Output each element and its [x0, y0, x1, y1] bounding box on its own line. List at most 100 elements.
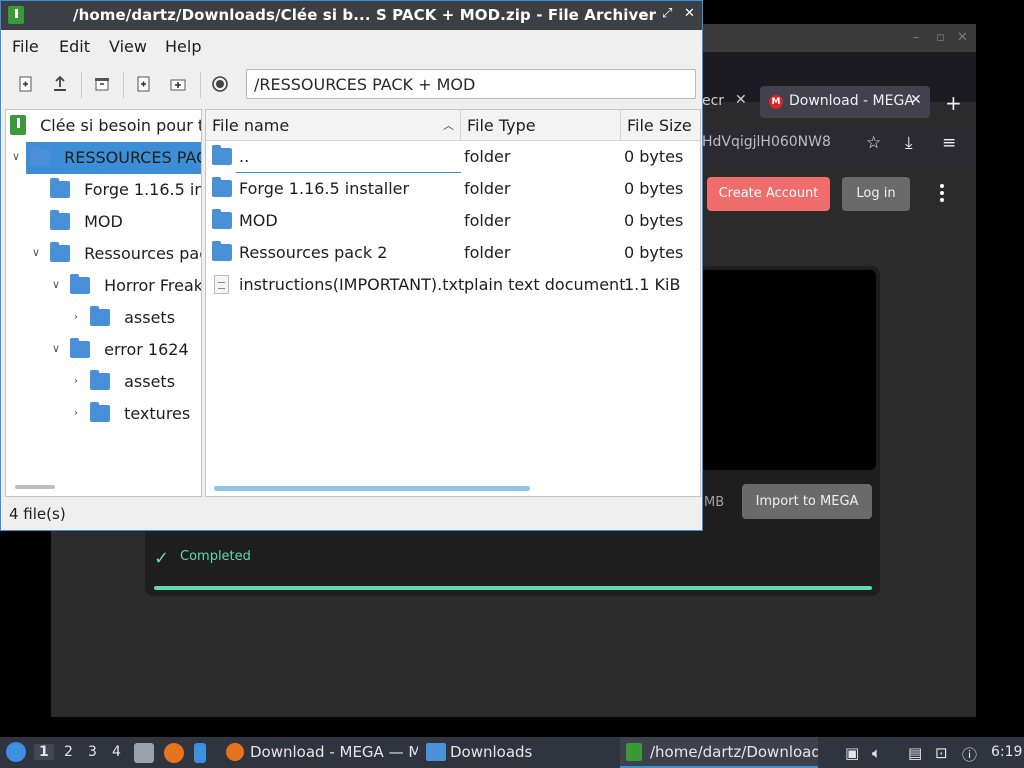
table-row[interactable]: Forge 1.16.5 installer folder 0 bytes — [206, 173, 700, 205]
file-preview — [700, 270, 876, 470]
column-label: File Size — [627, 116, 692, 135]
folder-icon — [212, 173, 232, 205]
archiver-titlebar[interactable]: /home/dartz/Downloads/Clée si b... S PAC… — [1, 1, 702, 30]
archive-app-icon — [626, 743, 642, 761]
folder-icon — [50, 210, 70, 230]
chevron-down-icon[interactable]: ∨ — [30, 246, 42, 259]
chevron-right-icon[interactable]: › — [70, 406, 82, 419]
file-type: folder — [464, 243, 511, 262]
download-icon[interactable]: ⤓ — [905, 133, 913, 153]
tree-item-assets[interactable]: assets — [90, 302, 175, 334]
package-updates-icon[interactable]: ▣ — [845, 744, 859, 762]
file-size: 0 bytes — [624, 243, 684, 262]
folder-icon — [426, 743, 446, 761]
chevron-right-icon[interactable]: › — [70, 374, 82, 387]
column-label: File Type — [467, 116, 536, 135]
list-horizontal-scrollbar[interactable] — [214, 486, 530, 491]
file-count-status: 4 file(s) — [9, 505, 66, 523]
create-account-button[interactable]: Create Account — [707, 177, 830, 211]
archive-icon — [10, 115, 26, 135]
tree-item-ressources-pack-2[interactable]: Ressources pack 2 — [50, 238, 201, 270]
tree-item-mod[interactable]: MOD — [50, 206, 123, 238]
import-to-mega-button[interactable]: Import to MEGA — [742, 484, 872, 519]
tree-item-ressources-pack-mod[interactable]: RESSOURCES PACK + MOD — [26, 142, 201, 174]
folder-icon — [30, 146, 50, 166]
close-icon[interactable]: ✕ — [684, 6, 695, 21]
table-row[interactable]: MOD folder 0 bytes — [206, 205, 700, 237]
task-firefox[interactable]: Download - MEGA — Mozilla Firefox — [220, 737, 418, 768]
tab-title: Download - MEGA — [789, 93, 914, 109]
chevron-down-icon[interactable]: ∨ — [50, 278, 62, 291]
download-progress-fill — [154, 586, 872, 590]
chevron-down-icon[interactable]: ∨ — [50, 342, 62, 355]
clock: 6:19 — [991, 744, 1023, 760]
column-header-file-name[interactable]: File name ︿ — [206, 110, 461, 141]
notification-icon[interactable]: ⓘ — [962, 744, 977, 765]
volume-icon[interactable]: 🔈︎ — [872, 744, 881, 762]
menu-hamburger-icon[interactable]: ≡ — [942, 133, 956, 153]
file-size: 0 bytes — [624, 211, 684, 230]
menu-help[interactable]: Help — [165, 37, 201, 56]
browser-tab-mega[interactable]: M Download - MEGA ✕ — [760, 86, 930, 118]
url-bar[interactable]: HdVqigjlH060NW8 — [702, 134, 831, 150]
more-options-icon[interactable] — [936, 184, 948, 204]
task-file-archiver[interactable]: /home/dartz/Downloads/Clée si b...zip - … — [620, 737, 818, 768]
browser-tab-previous[interactable]: ecr — [702, 93, 724, 109]
download-progress-bar — [154, 586, 872, 590]
chevron-right-icon[interactable]: › — [70, 310, 82, 323]
workspace-2[interactable]: 2 — [64, 744, 73, 760]
add-folder-icon[interactable] — [169, 75, 187, 93]
chevron-down-icon[interactable]: ∨ — [10, 150, 22, 163]
close-icon[interactable]: ✕ — [735, 92, 747, 108]
tree-item-assets[interactable]: assets — [90, 366, 175, 398]
menu-view[interactable]: View — [109, 37, 147, 56]
tree-item-forge[interactable]: Forge 1.16.5 installer — [50, 174, 201, 206]
maximize-icon[interactable]: ⤢ — [662, 6, 672, 21]
menubar: File Edit View Help — [1, 30, 702, 60]
archive-app-icon — [8, 6, 24, 24]
network-icon[interactable]: ⊡ — [935, 744, 948, 762]
minimize-icon[interactable]: – — [641, 6, 648, 21]
workspace-4[interactable]: 4 — [112, 744, 121, 760]
folder-tree[interactable]: Clée si besoin pour télécharger ∨ RESSOU… — [5, 109, 202, 497]
tree-item-root[interactable]: Clée si besoin pour télécharger — [10, 110, 201, 142]
extract-icon[interactable] — [93, 75, 111, 93]
table-row[interactable]: .. folder 0 bytes — [206, 141, 700, 173]
location-path-input[interactable]: /RESSOURCES PACK + MOD — [246, 69, 696, 99]
tree-item-error-1624[interactable]: error 1624 — [70, 334, 189, 366]
close-icon[interactable]: ✕ — [910, 92, 922, 108]
workspace-3[interactable]: 3 — [88, 744, 97, 760]
task-downloads[interactable]: Downloads — [420, 737, 618, 768]
menu-file[interactable]: File — [12, 37, 39, 56]
column-header-file-type[interactable]: File Type — [461, 110, 621, 141]
file-manager-launcher-icon[interactable] — [134, 743, 154, 763]
tree-item-horror-freaking[interactable]: Horror Freaking — [70, 270, 201, 302]
close-icon[interactable]: ✕ — [957, 30, 968, 45]
workspace-1[interactable]: 1 — [34, 744, 54, 760]
new-archive-icon[interactable] — [17, 75, 35, 93]
maximize-icon[interactable]: ▫ — [936, 30, 945, 45]
tree-item-label: error 1624 — [104, 340, 189, 359]
folder-icon — [70, 274, 90, 294]
open-archive-icon[interactable] — [51, 75, 69, 93]
tree-horizontal-scrollbar[interactable] — [15, 485, 55, 489]
table-row[interactable]: Ressources pack 2 folder 0 bytes — [206, 237, 700, 269]
log-in-button[interactable]: Log in — [842, 177, 910, 211]
add-file-icon[interactable] — [135, 75, 153, 93]
start-menu-icon[interactable] — [6, 742, 26, 762]
column-header-file-size[interactable]: File Size — [621, 110, 700, 141]
toolbar-separator — [123, 72, 124, 98]
table-row[interactable]: instructions(IMPORTANT).txt plain text d… — [206, 269, 700, 301]
tree-item-textures[interactable]: textures — [90, 398, 190, 430]
stop-icon[interactable] — [211, 75, 229, 93]
text-file-icon — [214, 269, 229, 301]
bookmark-star-icon[interactable]: ☆ — [866, 133, 881, 153]
menu-edit[interactable]: Edit — [59, 37, 90, 56]
clipboard-icon[interactable]: ▤ — [908, 744, 922, 762]
folder-icon — [212, 205, 232, 237]
minimize-icon[interactable]: – — [913, 30, 920, 45]
taskbar: 1 2 3 4 Download - MEGA — Mozilla Firefo… — [0, 737, 1024, 768]
new-tab-plus-icon[interactable]: + — [945, 91, 962, 115]
firefox-launcher-icon[interactable] — [164, 743, 184, 763]
folder-launcher-icon[interactable] — [194, 743, 206, 763]
